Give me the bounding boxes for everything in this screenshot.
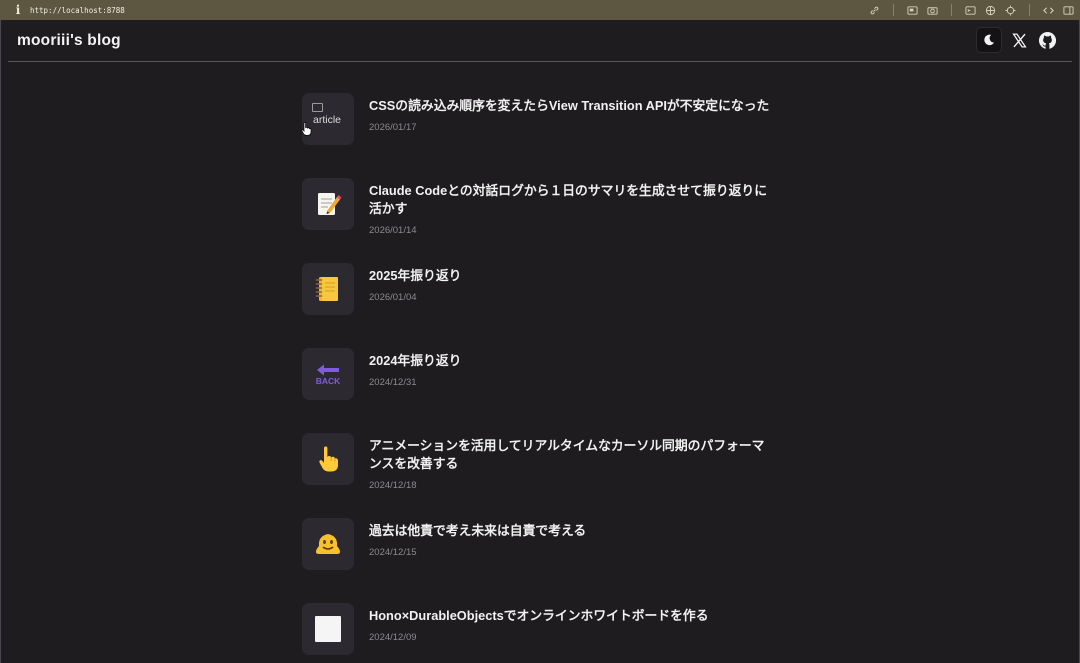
- back-arrow-icon: BACK: [316, 364, 341, 386]
- sidebar-icon[interactable]: [1063, 5, 1074, 16]
- pointing-hand-icon: [319, 446, 338, 472]
- article-item[interactable]: 2025年振り返り 2026/01/04: [302, 263, 782, 348]
- x-social-link[interactable]: [1008, 29, 1030, 51]
- article-thumbnail: [302, 433, 354, 485]
- link-icon[interactable]: [869, 5, 880, 16]
- article-body: Hono×DurableObjectsでオンラインホワイトボードを作る 2024…: [369, 603, 774, 663]
- screenshot-icon[interactable]: [907, 5, 918, 16]
- github-icon: [1038, 31, 1056, 49]
- article-thumbnail: [302, 178, 354, 230]
- article-item[interactable]: article CSSの読み込み順序を変えたらView Transition A…: [302, 93, 782, 178]
- article-item[interactable]: Claude Codeとの対話ログから１日のサマリを生成させて振り返りに活かす …: [302, 178, 782, 263]
- article-item[interactable]: 過去は他責で考え未来は自責で考える 2024/12/15: [302, 518, 782, 603]
- browser-toolbar: [869, 0, 1074, 20]
- melting-face-icon: [315, 534, 341, 554]
- article-thumbnail: [302, 263, 354, 315]
- header-actions: [976, 27, 1058, 53]
- article-date: 2024/12/15: [369, 547, 417, 558]
- site-logo[interactable]: mooriii's blog: [17, 32, 121, 50]
- broken-image-frame: [312, 103, 323, 112]
- image-alt-text: article: [313, 114, 342, 126]
- article-title[interactable]: 2024年振り返り: [369, 352, 774, 370]
- article-thumbnail: article: [302, 93, 354, 145]
- x-logo-icon: [1011, 32, 1027, 48]
- github-link[interactable]: [1036, 29, 1058, 51]
- toolbar-divider: [893, 4, 894, 16]
- address-url[interactable]: http://localhost:8788: [30, 6, 125, 15]
- article-date: 2024/12/09: [369, 632, 417, 643]
- article-title[interactable]: CSSの読み込み順序を変えたらView Transition APIが不安定にな…: [369, 97, 774, 115]
- notebook-icon: [315, 277, 338, 301]
- info-icon[interactable]: i: [10, 3, 26, 17]
- article-title[interactable]: Hono×DurableObjectsでオンラインホワイトボードを作る: [369, 607, 774, 625]
- memo-icon: [318, 193, 342, 215]
- article-item[interactable]: Hono×DurableObjectsでオンラインホワイトボードを作る 2024…: [302, 603, 782, 663]
- toolbar-divider: [951, 4, 952, 16]
- article-title[interactable]: 2025年振り返り: [369, 267, 774, 285]
- theme-toggle-button[interactable]: [976, 27, 1002, 53]
- article-item[interactable]: アニメーションを活用してリアルタイムなカーソル同期のパフォーマンスを改善する 2…: [302, 433, 782, 518]
- broken-image-icon: article: [302, 93, 354, 145]
- article-thumbnail: [302, 518, 354, 570]
- article-body: Claude Codeとの対話ログから１日のサマリを生成させて振り返りに活かす …: [369, 178, 774, 263]
- article-thumbnail: [302, 603, 354, 655]
- article-thumbnail: BACK: [302, 348, 354, 400]
- terminal-icon[interactable]: [965, 5, 976, 16]
- white-square-icon: [315, 616, 341, 642]
- article-title[interactable]: アニメーションを活用してリアルタイムなカーソル同期のパフォーマンスを改善する: [369, 437, 774, 473]
- globe-icon[interactable]: [985, 5, 996, 16]
- article-date: 2026/01/17: [369, 122, 417, 133]
- svg-text:BACK: BACK: [316, 376, 341, 386]
- article-date: 2024/12/31: [369, 377, 417, 388]
- article-item[interactable]: BACK 2024年振り返り 2024/12/31: [302, 348, 782, 433]
- article-list: article CSSの読み込み順序を変えたらView Transition A…: [302, 93, 782, 663]
- code-icon[interactable]: [1043, 5, 1054, 16]
- article-title[interactable]: Claude Codeとの対話ログから１日のサマリを生成させて振り返りに活かす: [369, 182, 774, 218]
- site-header: mooriii's blog: [8, 20, 1072, 62]
- article-date: 2026/01/04: [369, 292, 417, 303]
- camera-icon[interactable]: [927, 5, 938, 16]
- article-title[interactable]: 過去は他責で考え未来は自責で考える: [369, 522, 774, 540]
- moon-icon: [984, 34, 995, 46]
- toolbar-divider: [1029, 4, 1030, 16]
- article-date: 2024/12/18: [369, 480, 417, 491]
- article-body: CSSの読み込み順序を変えたらView Transition APIが不安定にな…: [369, 93, 774, 178]
- article-body: 過去は他責で考え未来は自責で考える 2024/12/15: [369, 518, 774, 603]
- article-body: 2024年振り返り 2024/12/31: [369, 348, 774, 433]
- article-date: 2026/01/14: [369, 225, 417, 236]
- browser-address-bar: i http://localhost:8788: [0, 0, 1080, 20]
- article-body: 2025年振り返り 2026/01/04: [369, 263, 774, 348]
- crosshair-icon[interactable]: [1005, 4, 1016, 16]
- hand-cursor-icon: [301, 122, 312, 136]
- article-body: アニメーションを活用してリアルタイムなカーソル同期のパフォーマンスを改善する 2…: [369, 433, 774, 518]
